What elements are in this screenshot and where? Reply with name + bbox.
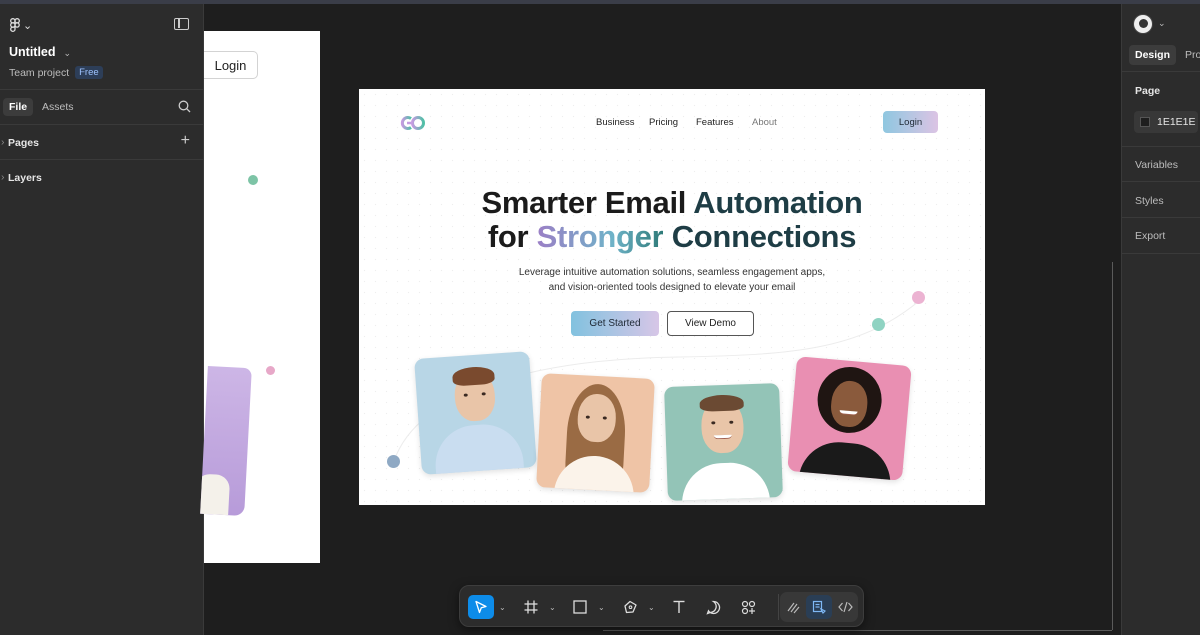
search-icon[interactable] <box>178 100 191 118</box>
left-tabs: File Assets <box>0 90 203 125</box>
layers-section[interactable]: Layers <box>0 160 203 190</box>
photo-card <box>200 365 252 517</box>
decor-dot <box>387 455 400 468</box>
divider <box>1122 217 1200 218</box>
divider <box>1122 71 1200 72</box>
photo-card <box>536 373 655 493</box>
bottom-toolbar: ⌄ ⌄ ⌄ ⌄ <box>459 585 864 627</box>
tab-assets[interactable]: Assets <box>36 98 80 116</box>
text-tool-icon[interactable] <box>666 595 692 619</box>
layers-label: Layers <box>1 171 42 184</box>
photo-card <box>414 351 537 475</box>
actions-tool-icon[interactable] <box>735 595 761 619</box>
chevron-down-icon[interactable]: ⌄ <box>1158 18 1166 29</box>
mode-switcher <box>780 592 858 622</box>
variables-section[interactable]: Variables <box>1135 159 1178 171</box>
page-section-label: Page <box>1135 85 1161 97</box>
canvas-frame-left[interactable]: Login <box>200 31 320 563</box>
decor-dot <box>872 318 885 331</box>
chevron-down-icon: ⌄ <box>23 19 33 32</box>
pages-section[interactable]: Pages + <box>0 125 203 160</box>
frame-tool-icon[interactable] <box>518 595 544 619</box>
decor-dot <box>248 175 258 185</box>
pen-tool-icon[interactable] <box>617 595 643 619</box>
page-color-hex[interactable]: 1E1E1E <box>1157 116 1196 128</box>
tab-file[interactable]: File <box>3 98 34 116</box>
page-color-field[interactable]: 1E1E1E <box>1134 111 1198 133</box>
toolbar-divider <box>778 594 779 620</box>
chevron-down-icon[interactable]: ⌄ <box>549 603 556 612</box>
styles-section[interactable]: Styles <box>1135 195 1164 207</box>
plan-badge: Free <box>75 66 103 79</box>
pages-label: Pages <box>1 136 39 149</box>
figma-logo-icon <box>10 18 20 32</box>
decor-dot <box>266 366 275 375</box>
horizontal-scrollbar[interactable] <box>603 630 1112 632</box>
export-section[interactable]: Export <box>1135 230 1165 242</box>
code-icon[interactable] <box>832 595 858 619</box>
add-page-icon[interactable]: + <box>181 132 190 150</box>
tab-prototype[interactable]: Pro <box>1179 45 1200 65</box>
draw-mode-icon[interactable] <box>780 595 806 619</box>
file-title[interactable]: Untitled ⌄ <box>9 45 71 59</box>
comment-tool-icon[interactable] <box>700 595 726 619</box>
dev-mode-icon[interactable] <box>806 595 832 619</box>
chevron-down-icon[interactable]: ⌄ <box>499 603 506 612</box>
landing-page-frame[interactable]: Business Pricing Features About Login Sm… <box>359 89 985 505</box>
chevron-down-icon[interactable]: ⌄ <box>648 603 655 612</box>
vertical-scrollbar[interactable] <box>1112 262 1116 630</box>
move-tool-icon[interactable] <box>468 595 494 619</box>
right-sidebar: ⌄ Design Pro Page 1E1E1E Variables Style… <box>1121 4 1200 635</box>
frame-login-button[interactable]: Login <box>204 51 258 79</box>
photo-card <box>664 383 783 501</box>
decor-dot <box>912 291 925 304</box>
panel-toggle-icon[interactable] <box>174 18 189 30</box>
chevron-down-icon[interactable]: ⌄ <box>598 603 605 612</box>
rectangle-tool-icon[interactable] <box>567 595 593 619</box>
file-header: ⌄ Untitled ⌄ Team project Free <box>0 4 203 90</box>
divider <box>1122 253 1200 254</box>
main-menu-button[interactable]: ⌄ <box>10 18 32 32</box>
divider <box>1122 181 1200 182</box>
user-avatar[interactable] <box>1133 14 1153 34</box>
team-project: Team project Free <box>9 66 103 79</box>
divider <box>1122 146 1200 147</box>
photo-card <box>787 356 912 481</box>
chevron-down-icon: ⌄ <box>63 48 72 58</box>
tab-design[interactable]: Design <box>1129 45 1177 65</box>
team-name: Team project <box>9 66 70 79</box>
color-swatch[interactable] <box>1140 117 1150 127</box>
left-sidebar: ⌄ Untitled ⌄ Team project Free File Asset… <box>0 4 204 635</box>
